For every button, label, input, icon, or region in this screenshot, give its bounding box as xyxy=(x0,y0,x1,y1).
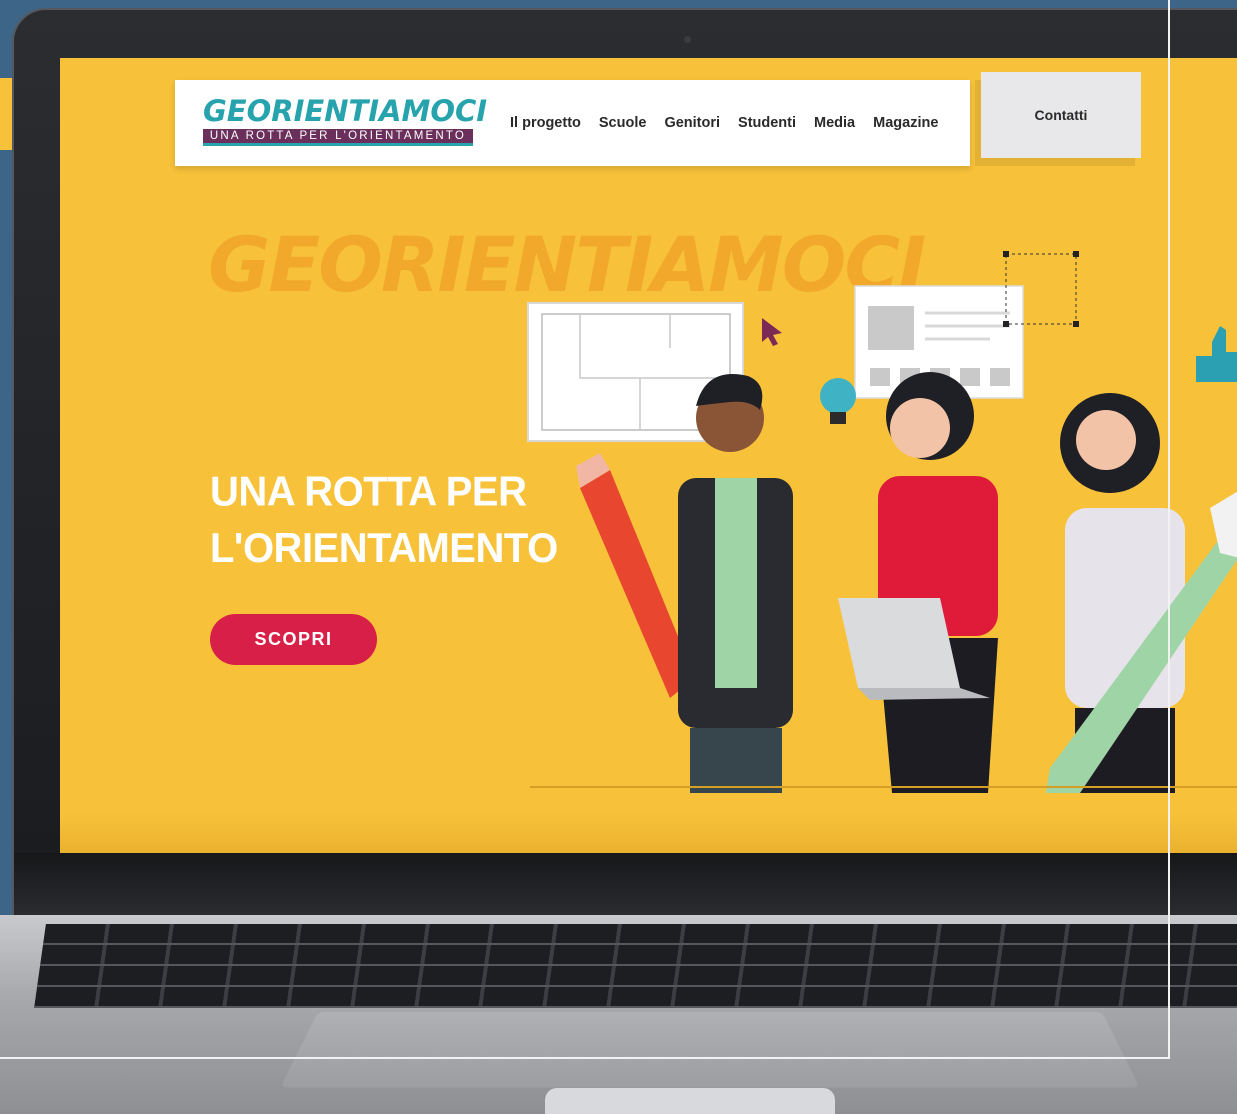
hero-illustration xyxy=(527,251,1237,793)
logo-wordmark: GEORIENTIAMOCI xyxy=(203,94,488,128)
main-nav: Il progetto Scuole Genitori Studenti Med… xyxy=(510,115,938,131)
contact-button[interactable]: Contatti xyxy=(981,72,1141,158)
nav-item-scuole[interactable]: Scuole xyxy=(599,115,647,131)
nav-item-media[interactable]: Media xyxy=(814,115,855,131)
nav-item-studenti[interactable]: Studenti xyxy=(738,115,796,131)
logo-tagline: UNA ROTTA PER L'ORIENTAMENTO xyxy=(203,129,473,146)
woman-figure-right xyxy=(1045,393,1237,793)
laptop-screen: GEORIENTIAMOCI GEORIENTIAMOCI UNA ROTTA … xyxy=(60,58,1237,853)
site-logo[interactable]: GEORIENTIAMOCI UNA ROTTA PER L'ORIENTAME… xyxy=(203,94,488,146)
nav-item-magazine[interactable]: Magazine xyxy=(873,115,938,131)
site-header: GEORIENTIAMOCI UNA ROTTA PER L'ORIENTAME… xyxy=(175,80,970,166)
cursor-arrow-icon xyxy=(762,318,782,346)
keyboard-rows xyxy=(34,924,1237,1008)
lightbulb-icon xyxy=(820,378,856,424)
trackpad xyxy=(280,1012,1140,1088)
webcam-icon xyxy=(684,36,691,43)
nav-item-genitori[interactable]: Genitori xyxy=(664,115,720,131)
laptop-bezel-bottom xyxy=(14,853,1237,917)
scopri-button[interactable]: SCOPRI xyxy=(210,614,377,665)
thumbs-up-icon xyxy=(1196,326,1237,382)
floor-line xyxy=(530,786,1237,788)
lid-notch xyxy=(545,1088,835,1114)
screen-bottom-edge xyxy=(60,813,1237,853)
woman-figure-center xyxy=(838,372,998,793)
nav-item-il-progetto[interactable]: Il progetto xyxy=(510,115,581,131)
